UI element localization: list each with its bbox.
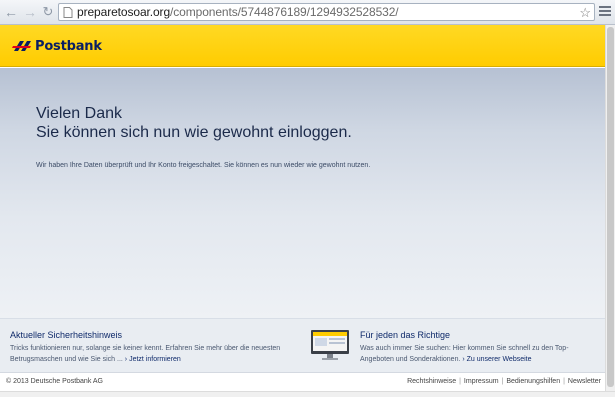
copyright-text: © 2013 Deutsche Postbank AG [6,378,103,385]
browser-toolbar: ← → ↻ preparetosoar.org/components/57448… [0,0,615,25]
page-subtitle: Sie können sich nun wie gewohnt einlogge… [36,124,352,141]
logo-text: Postbank [35,38,102,54]
url-text[interactable]: preparetosoar.org/components/5744876189/… [77,4,399,21]
offers-teaser-link[interactable]: › Zu unserer Webseite [462,356,531,363]
forward-icon[interactable]: → [22,4,38,20]
monitor-image [311,330,349,360]
postbank-logo-icon [12,41,31,51]
url-host: preparetosoar.org [77,5,171,19]
security-teaser-title[interactable]: Aktueller Sicherheitshinweis [10,330,295,340]
offers-teaser-link-label[interactable]: Zu unserer Webseite [467,356,532,363]
footer-separator: | [459,378,461,385]
confirmation-message: Wir haben Ihre Daten überprüft und Ihr K… [36,162,371,169]
security-teaser-text: Tricks funktionieren nur, solange sie ke… [10,343,295,365]
page-icon [63,7,73,18]
url-path: /components/5744876189/1294932528532/ [170,5,399,19]
offers-teaser: Für jeden das Richtige Was auch immer Si… [360,330,600,365]
footer-separator: | [501,378,504,385]
scrollbar-thumb[interactable] [607,27,614,387]
reload-icon[interactable]: ↻ [40,4,56,20]
offers-teaser-text: Was auch immer Sie suchen: Hier kommen S… [360,343,600,365]
footer-link-rechtshinweise[interactable]: Rechtshinweise [407,378,456,385]
footer-separator: | [563,378,565,385]
main-content: Vielen Dank Sie können sich nun wie gewo… [0,68,605,318]
vertical-scrollbar[interactable] [605,25,615,391]
page-title: Vielen Dank [36,105,122,122]
address-bar[interactable]: preparetosoar.org/components/5744876189/… [58,3,595,21]
offers-teaser-title[interactable]: Für jeden das Richtige [360,330,600,340]
star-icon[interactable]: ☆ [579,4,591,21]
back-icon[interactable]: ← [3,4,19,20]
security-teaser-link-label[interactable]: Jetzt informieren [129,356,181,363]
footer-link-newsletter[interactable]: Newsletter [568,378,601,385]
site-footer: © 2013 Deutsche Postbank AG Rechtshinwei… [0,372,605,391]
footer-link-impressum[interactable]: Impressum [464,378,499,385]
horizontal-scrollbar[interactable] [0,391,615,397]
footer-links: Rechtshinweise | Impressum | Bedienungshilfe… [407,378,601,385]
menu-icon[interactable] [599,6,611,18]
postbank-logo[interactable]: Postbank [12,37,102,55]
footer-link-bedienungshilfen[interactable]: Bedienungshilfen [506,378,560,385]
teaser-bar: Aktueller Sicherheitshinweis Tricks funk… [0,318,605,372]
site-header: Postbank [0,25,605,67]
security-teaser-link[interactable]: › Jetzt informieren [125,356,181,363]
security-teaser: Aktueller Sicherheitshinweis Tricks funk… [10,330,295,365]
